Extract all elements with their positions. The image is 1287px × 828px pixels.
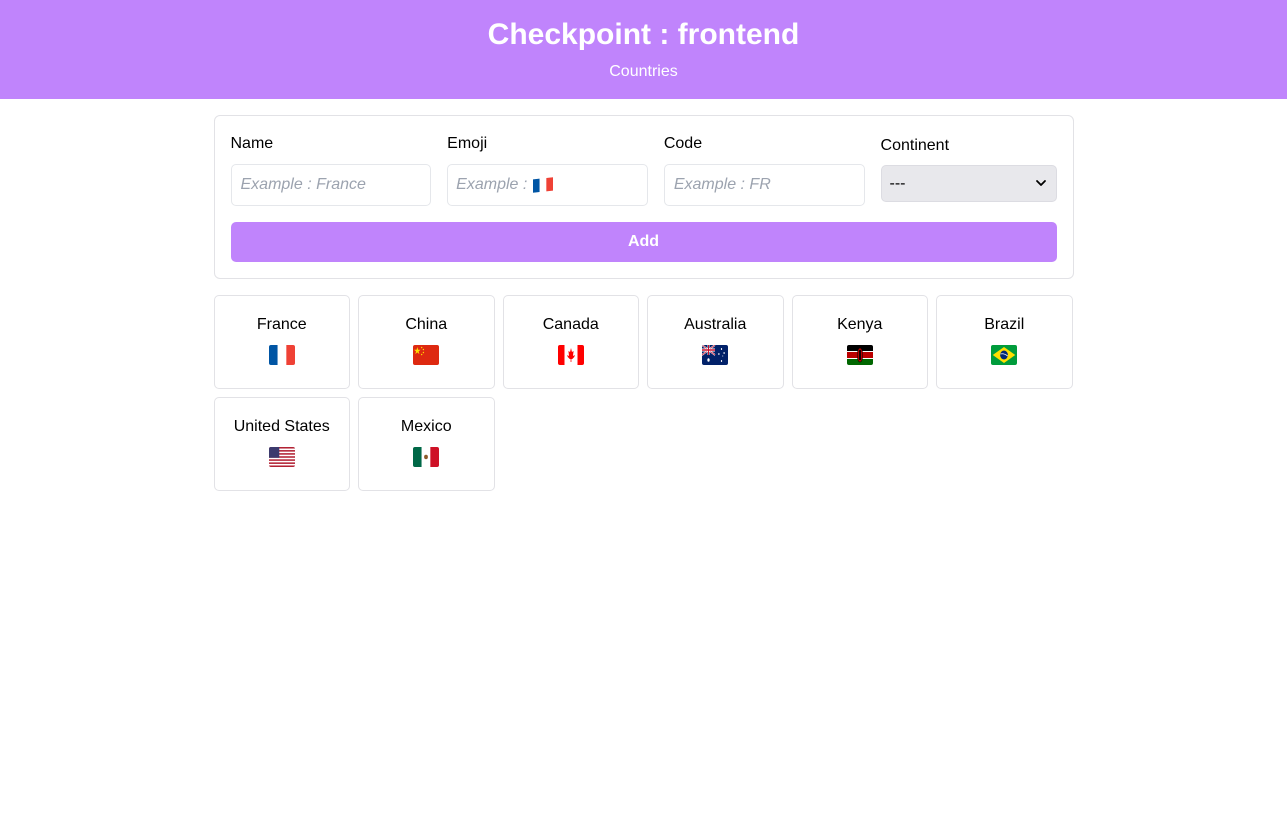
flag-canada-icon: [557, 345, 584, 365]
emoji-input[interactable]: [447, 164, 648, 206]
country-name: China: [405, 316, 448, 333]
country-card-canada[interactable]: Canada: [502, 295, 639, 389]
country-card-australia[interactable]: Australia: [647, 295, 784, 389]
country-card-united-states[interactable]: United States: [213, 397, 350, 491]
page-title: Checkpoint : frontend: [487, 18, 800, 51]
country-name: Brazil: [984, 316, 1025, 333]
add-button[interactable]: Add: [230, 222, 1057, 262]
country-card-kenya[interactable]: Kenya: [791, 295, 928, 389]
country-name: France: [256, 316, 307, 333]
flag-brazil-icon: [991, 345, 1018, 365]
emoji-label: Emoji: [447, 135, 488, 152]
chevron-down-icon: [1035, 176, 1047, 190]
flag-france-icon: [268, 345, 295, 365]
country-name: United States: [233, 418, 330, 435]
flag-china-icon: [413, 345, 440, 365]
form-fields: Name Emoji Example :: [230, 132, 1057, 206]
emoji-field-group: Emoji Example :: [447, 132, 648, 206]
emoji-input-wrapper: Example :: [447, 164, 648, 206]
flag-australia-icon: [702, 345, 729, 365]
flag-mexico-icon: [413, 447, 440, 467]
name-field-group: Name: [230, 132, 432, 206]
flag-united-states-icon: [268, 447, 295, 467]
country-card-brazil[interactable]: Brazil: [936, 295, 1073, 389]
page-subtitle: Countries: [609, 63, 678, 80]
continent-select[interactable]: ---: [880, 165, 1057, 202]
flag-kenya-icon: [846, 345, 873, 365]
name-input[interactable]: [230, 164, 432, 206]
name-label: Name: [230, 135, 274, 152]
countries-grid: France China Canada Australia Kenya Braz…: [213, 295, 1074, 491]
country-name: Mexico: [400, 418, 452, 435]
country-card-mexico[interactable]: Mexico: [358, 397, 495, 491]
continent-field-group: Continent ---: [880, 132, 1057, 206]
country-name: Australia: [684, 316, 747, 333]
main-content: Name Emoji Example :: [213, 115, 1074, 491]
country-card-france[interactable]: France: [213, 295, 350, 389]
add-country-form: Name Emoji Example :: [213, 115, 1074, 279]
country-card-china[interactable]: China: [358, 295, 495, 389]
continent-label: Continent: [880, 137, 950, 154]
country-name: Kenya: [837, 316, 883, 333]
code-field-group: Code: [663, 132, 865, 206]
country-name: Canada: [542, 316, 599, 333]
code-input[interactable]: [663, 164, 865, 206]
continent-selected-value: ---: [889, 174, 906, 192]
page-header: Checkpoint : frontend Countries: [0, 0, 1287, 99]
code-label: Code: [663, 135, 703, 152]
